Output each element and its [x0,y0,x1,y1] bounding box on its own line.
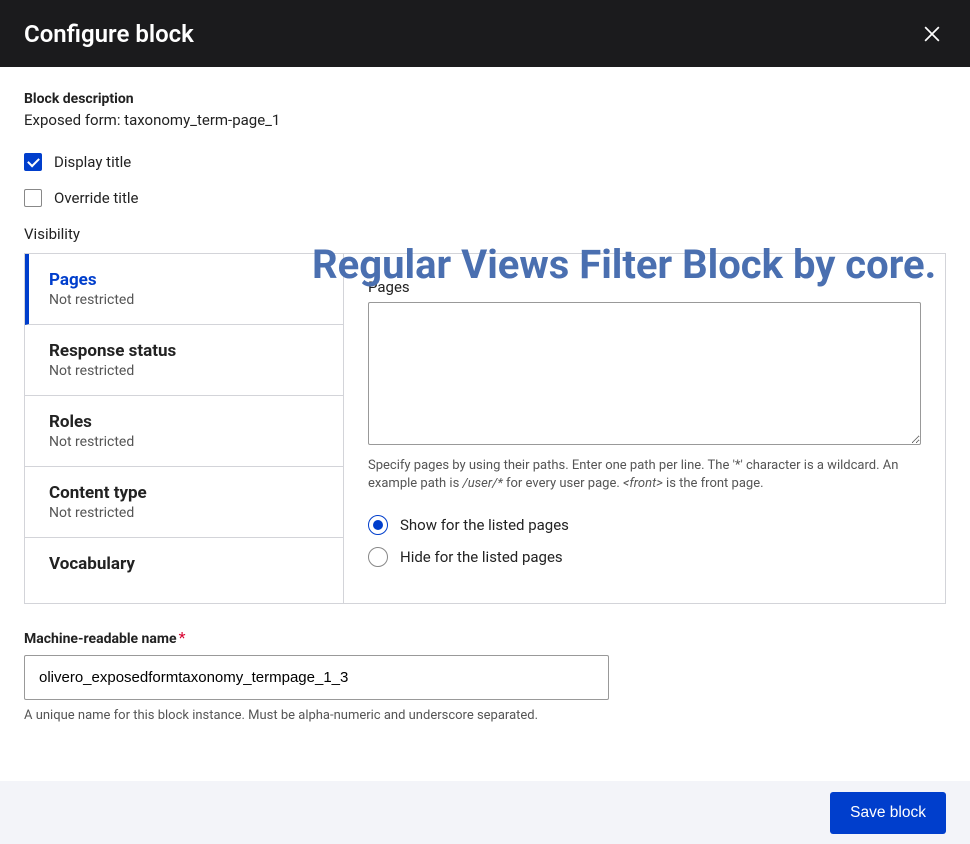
display-title-row: Display title [24,153,946,171]
close-icon [924,26,940,42]
tab-title: Response status [49,341,323,361]
machine-name-input[interactable] [24,655,609,700]
modal-body: Block description Exposed form: taxonomy… [0,67,970,747]
modal-header: Configure block [0,0,970,67]
radio-hide-row: Hide for the listed pages [368,547,921,567]
pages-textarea[interactable] [368,302,921,445]
modal-footer: Save block [0,781,970,844]
machine-name-block: Machine-readable name* A unique name for… [24,628,946,723]
close-button[interactable] [918,20,946,48]
display-title-checkbox[interactable] [24,153,42,171]
tab-pages[interactable]: Pages Not restricted [25,254,343,325]
radio-show[interactable] [368,515,388,535]
block-description-value: Exposed form: taxonomy_term-page_1 [24,111,946,129]
machine-name-help: A unique name for this block instance. M… [24,708,946,723]
visibility-tabs: Pages Not restricted Response status Not… [24,253,344,604]
help-fragment-em: /user/* [463,476,503,491]
radio-show-row: Show for the listed pages [368,515,921,535]
modal-title: Configure block [24,20,194,48]
tab-sub: Not restricted [49,434,323,450]
help-fragment: is the front page. [663,476,764,491]
help-fragment: for every user page. [503,476,623,491]
machine-name-label: Machine-readable name [24,631,177,647]
tab-response-status[interactable]: Response status Not restricted [25,325,343,396]
display-title-label[interactable]: Display title [54,153,131,171]
tab-sub: Not restricted [49,363,323,379]
visibility-panel: Pages Specify pages by using their paths… [344,253,946,604]
tab-sub: Not restricted [49,292,323,308]
override-title-label[interactable]: Override title [54,189,138,207]
required-indicator: * [179,628,186,647]
tab-content-type[interactable]: Content type Not restricted [25,467,343,538]
radio-hide[interactable] [368,547,388,567]
radio-show-label[interactable]: Show for the listed pages [400,516,569,534]
pages-radio-group: Show for the listed pages Hide for the l… [368,515,921,567]
block-description-label: Block description [24,91,946,107]
override-title-checkbox[interactable] [24,189,42,207]
pages-help-text: Specify pages by using their paths. Ente… [368,457,921,493]
tab-title: Pages [49,270,323,290]
visibility-heading: Visibility [24,225,946,243]
tab-title: Content type [49,483,323,503]
tab-title: Vocabulary [49,554,323,574]
pages-field-label: Pages [368,278,921,296]
radio-hide-label[interactable]: Hide for the listed pages [400,548,563,566]
visibility-tabs-wrap: Pages Not restricted Response status Not… [24,253,946,604]
help-fragment-em: <front> [623,476,663,491]
tab-roles[interactable]: Roles Not restricted [25,396,343,467]
override-title-row: Override title [24,189,946,207]
tab-title: Roles [49,412,323,432]
tab-vocabulary[interactable]: Vocabulary [25,538,343,590]
save-block-button[interactable]: Save block [830,792,946,834]
tab-sub: Not restricted [49,505,323,521]
